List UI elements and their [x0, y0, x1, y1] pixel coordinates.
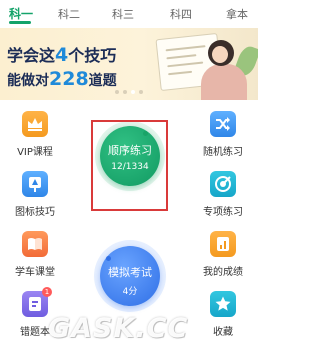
driving-class-label: 学车课堂	[15, 267, 55, 278]
active-tab-indicator	[9, 21, 31, 24]
favorites-label: 收藏	[213, 327, 233, 338]
banner-headline: 学会这4个技巧	[7, 42, 116, 66]
driving-class-button[interactable]: 学车课堂	[7, 231, 63, 278]
target-icon	[210, 171, 236, 197]
crown-icon	[22, 111, 48, 137]
banner-page-dots	[0, 90, 258, 94]
shuffle-icon	[210, 111, 236, 137]
mock-exam-button[interactable]: 模拟考试 4分	[100, 246, 160, 306]
sign-skills-button[interactable]: 图标技巧	[7, 171, 63, 218]
vip-course-label: VIP课程	[17, 147, 53, 158]
tab-subject-three[interactable]: 科三	[112, 6, 134, 22]
wrong-questions-badge: 1	[42, 287, 52, 297]
error-book-icon: 1	[22, 287, 52, 317]
banner-line2-prefix: 能做对	[7, 73, 49, 89]
banner-line1-suffix: 个技巧	[68, 46, 117, 65]
banner-person-body	[201, 64, 247, 100]
special-practice-label: 专项练习	[203, 207, 243, 218]
special-practice-button[interactable]: 专项练习	[195, 171, 251, 218]
tab-subject-four[interactable]: 科四	[170, 6, 192, 22]
tab-get-license[interactable]: 拿本	[226, 6, 248, 22]
tab-subject-two[interactable]: 科二	[58, 6, 80, 22]
random-practice-button[interactable]: 随机练习	[195, 111, 251, 158]
mock-exam-title: 模拟考试	[108, 266, 152, 279]
banner-line2-suffix: 道题	[88, 73, 117, 89]
banner-line1-number: 4	[55, 44, 69, 66]
banner-dot	[139, 90, 143, 94]
score-icon	[210, 231, 236, 257]
road-sign-icon	[22, 171, 48, 197]
banner-dot	[115, 90, 119, 94]
banner-dot-active	[131, 90, 135, 94]
mock-exam-score: 4分	[122, 287, 138, 297]
vip-course-button[interactable]: VIP课程	[7, 111, 63, 158]
banner-line2-number: 228	[49, 68, 89, 90]
sign-skills-label: 图标技巧	[15, 207, 55, 218]
red-highlight-box	[91, 120, 168, 211]
favorites-button[interactable]: 收藏	[195, 291, 251, 338]
subject-tab-bar: 科一 科二 科三 科四 拿本	[0, 0, 258, 28]
banner-line1-prefix: 学会这	[7, 46, 56, 65]
book-icon	[22, 231, 48, 257]
promo-banner[interactable]: 学会这4个技巧 能做对228道题	[0, 28, 258, 100]
my-scores-label: 我的成绩	[203, 267, 243, 278]
mock-exam-dot	[106, 256, 111, 261]
site-watermark: GASK.CC	[48, 313, 189, 344]
random-practice-label: 随机练习	[203, 147, 243, 158]
my-scores-button[interactable]: 我的成绩	[195, 231, 251, 278]
banner-person-face	[212, 46, 228, 63]
star-icon	[210, 291, 236, 317]
banner-dot	[123, 90, 127, 94]
tab-subject-one[interactable]: 科一	[9, 5, 33, 22]
banner-subheadline: 能做对228道题	[7, 68, 117, 90]
